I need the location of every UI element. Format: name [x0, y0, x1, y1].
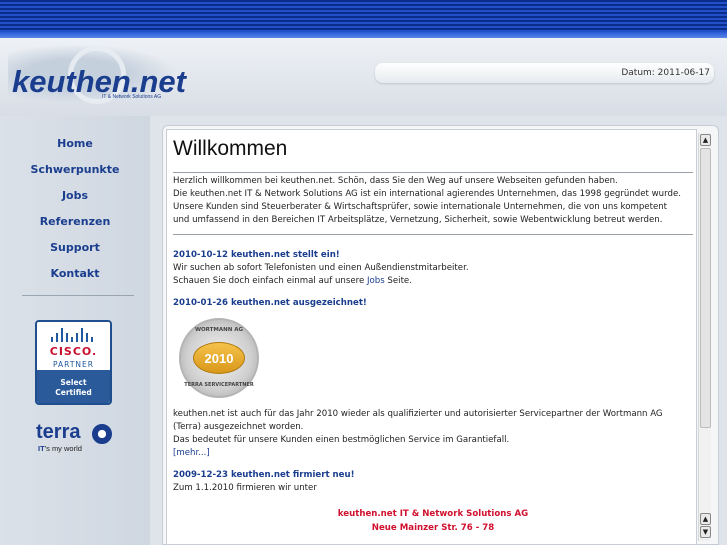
- nav-item-jobs[interactable]: Jobs: [0, 188, 150, 214]
- date-display: Datum: 2011-06-17: [375, 63, 714, 83]
- news-3-line-1: Zum 1.1.2010 firmieren wir unter: [173, 483, 317, 493]
- main-nav: Home Schwerpunkte Jobs Referenzen Suppor…: [0, 136, 150, 292]
- news-2-line-2: (Terra) ausgezeichnet worden.: [173, 422, 304, 432]
- terra-tagline-it: IT: [38, 444, 45, 453]
- scroll-down-button[interactable]: ▼: [700, 526, 711, 538]
- badge-ring-top: WORTMANN AG: [194, 327, 244, 333]
- cisco-wordmark: CISCO.: [49, 345, 98, 358]
- nav-item-referenzen[interactable]: Referenzen: [0, 214, 150, 240]
- cisco-bars-icon: [51, 328, 97, 342]
- cisco-partner-badge[interactable]: CISCO. PARTNER Select Certified: [35, 320, 112, 405]
- intro-line-4: und umfassend in den Bereichen IT Arbeit…: [173, 215, 663, 225]
- scroll-thumb[interactable]: [700, 148, 711, 428]
- sidebar: Home Schwerpunkte Jobs Referenzen Suppor…: [0, 116, 150, 545]
- cisco-select-label: Select: [60, 378, 87, 387]
- intro-line-1: Herzlich willkommen bei keuthen.net. Sch…: [173, 176, 618, 186]
- news-headline-3[interactable]: 2009-12-23 keuthen.net firmiert neu!: [173, 469, 693, 482]
- news-2-line-1: keuthen.net ist auch für das Jahr 2010 w…: [173, 409, 663, 419]
- company-name: keuthen.net IT & Network Solutions AG: [337, 509, 529, 519]
- title-divider: [173, 172, 693, 173]
- news-headline-2[interactable]: 2010-01-26 keuthen.net ausgezeichnet!: [173, 297, 693, 310]
- terra-tagline-rest: 's my world: [44, 444, 82, 453]
- nav-item-support[interactable]: Support: [0, 240, 150, 266]
- scroll-up-button[interactable]: ▲: [700, 134, 711, 146]
- intro-line-2: Die keuthen.net IT & Network Solutions A…: [173, 189, 681, 199]
- cisco-partner-label: PARTNER: [53, 360, 94, 369]
- nav-item-home[interactable]: Home: [0, 136, 150, 162]
- cisco-certified-label: Certified: [55, 388, 92, 397]
- intro-line-3: Unsere Kunden sind Steuerberater & Wirts…: [173, 202, 668, 212]
- nav-divider: [22, 295, 134, 296]
- terra-logo[interactable]: terra IT's my world: [36, 421, 116, 461]
- news-1-line-2-pre: Schauen Sie doch einfach einmal auf unse…: [173, 276, 367, 286]
- badge-year: 2010: [193, 342, 245, 374]
- globe-icon: [92, 424, 112, 444]
- news-1-line-2-post: Seite.: [384, 276, 412, 286]
- news-1-line-1: Wir suchen ab sofort Telefonisten und ei…: [173, 263, 469, 273]
- intro-divider: [173, 234, 693, 235]
- news-headline-1[interactable]: 2010-10-12 keuthen.net stellt ein!: [173, 249, 693, 262]
- top-banner: [0, 0, 727, 38]
- company-street: Neue Mainzer Str. 76 - 78: [371, 523, 495, 533]
- page-title: Willkommen: [173, 137, 288, 160]
- cisco-badge-bottom: Select Certified: [37, 370, 110, 403]
- terra-tagline: IT's my world: [38, 444, 82, 453]
- content-scrollbar[interactable]: ▲ ▲ ▼: [698, 133, 711, 541]
- cisco-badge-top: CISCO. PARTNER: [37, 322, 110, 370]
- site-logo[interactable]: keuthen.net IT & Network Solutions AG: [8, 44, 186, 104]
- content-inner: Willkommen Herzlich willkommen bei keuth…: [173, 136, 693, 535]
- terra-servicepartner-badge: WORTMANN AG 2010 TERRA SERVICEPARTNER: [179, 318, 259, 398]
- badge-ring-bottom: TERRA SERVICEPARTNER: [184, 382, 254, 388]
- news-1-line-2: Schauen Sie doch einfach einmal auf unse…: [173, 275, 693, 288]
- more-link[interactable]: [mehr...]: [173, 447, 693, 460]
- terra-wordmark: terra: [36, 421, 81, 443]
- logo-subtitle: IT & Network Solutions AG: [102, 94, 162, 100]
- scroll-up-button-lower[interactable]: ▲: [700, 513, 711, 525]
- jobs-link[interactable]: Jobs: [367, 276, 385, 286]
- content-area[interactable]: Willkommen Herzlich willkommen bei keuth…: [166, 129, 697, 545]
- news-2-line-3: Das bedeutet für unsere Kunden einen bes…: [173, 435, 510, 445]
- nav-item-kontakt[interactable]: Kontakt: [0, 266, 150, 292]
- nav-item-schwerpunkte[interactable]: Schwerpunkte: [0, 162, 150, 188]
